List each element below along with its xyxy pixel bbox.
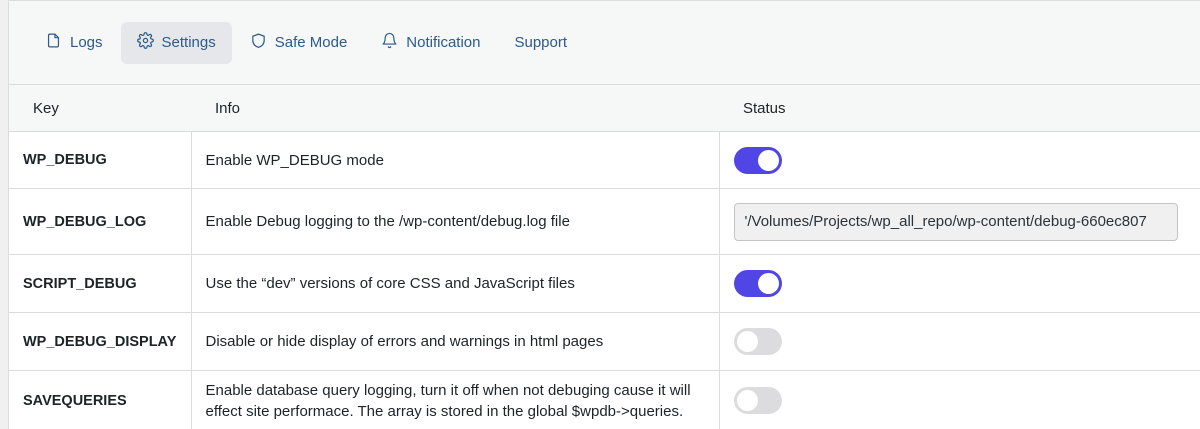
table-row: SCRIPT_DEBUG Use the “dev” versions of c… [9, 254, 1200, 313]
table-row: WP_DEBUG Enable WP_DEBUG mode [9, 131, 1200, 189]
tab-bar: Logs Settings Safe Mode Notification Sup… [9, 1, 1200, 85]
row-status [719, 370, 1200, 429]
toggle-knob [757, 273, 779, 294]
shield-icon [250, 32, 267, 53]
row-status [719, 312, 1200, 371]
savequeries-toggle[interactable] [733, 387, 782, 414]
tab-support[interactable]: Support [498, 22, 583, 64]
wp-debug-toggle[interactable] [733, 146, 782, 174]
table-header-row: Key Info Status [9, 85, 1200, 132]
row-info: Disable or hide display of errors and wa… [191, 312, 720, 371]
toggle-knob [757, 149, 779, 171]
settings-panel: Logs Settings Safe Mode Notification Sup… [8, 0, 1200, 429]
row-key: WP_DEBUG [9, 131, 192, 189]
header-info: Info [191, 85, 719, 132]
bell-icon [381, 32, 398, 53]
row-key: SAVEQUERIES [9, 370, 192, 429]
tab-notification-label: Notification [406, 34, 481, 51]
row-key: WP_DEBUG_LOG [9, 188, 192, 255]
tab-safe-mode[interactable]: Safe Mode [234, 22, 364, 64]
table-row: WP_DEBUG_LOG Enable Debug logging to the… [9, 188, 1200, 255]
row-info: Use the “dev” versions of core CSS and J… [191, 254, 720, 313]
tab-support-label: Support [514, 34, 568, 51]
tab-settings-label: Settings [161, 34, 216, 51]
row-info: Enable Debug logging to the /wp-content/… [191, 188, 720, 255]
header-status: Status [719, 85, 1200, 132]
row-status [719, 131, 1200, 189]
tab-settings[interactable]: Settings [120, 21, 232, 64]
toggle-knob [736, 331, 758, 352]
settings-table: Key Info Status WP_DEBUG Enable WP_DEBUG… [9, 85, 1200, 429]
row-info: Enable WP_DEBUG mode [191, 131, 720, 189]
table-row: SAVEQUERIES Enable database query loggin… [9, 370, 1200, 429]
table-row: WP_DEBUG_DISPLAY Disable or hide display… [9, 312, 1200, 371]
row-key: SCRIPT_DEBUG [9, 254, 192, 313]
header-key: Key [9, 85, 191, 132]
file-icon [45, 32, 62, 53]
toggle-knob [736, 390, 758, 411]
tab-notification[interactable]: Notification [365, 22, 496, 64]
tab-safe-mode-label: Safe Mode [274, 34, 348, 51]
tab-logs[interactable]: Logs [29, 22, 119, 64]
row-key: WP_DEBUG_DISPLAY [9, 312, 192, 371]
gear-icon [136, 32, 154, 53]
tab-logs-label: Logs [70, 34, 103, 51]
row-status [719, 188, 1200, 255]
debug-log-path-input[interactable] [733, 202, 1178, 241]
row-info: Enable database query logging, turn it o… [191, 370, 720, 429]
row-status [719, 254, 1200, 313]
wp-debug-display-toggle[interactable] [733, 328, 782, 355]
script-debug-toggle[interactable] [733, 270, 782, 297]
